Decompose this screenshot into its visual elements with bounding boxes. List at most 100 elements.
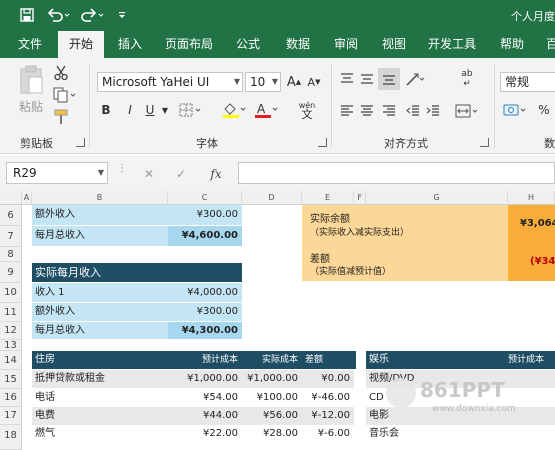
format-painter-icon[interactable] [52,108,70,126]
drag-handle-icon[interactable]: ⋮ [117,164,127,181]
row-header[interactable]: 7 [0,226,22,247]
name-box[interactable]: R29 ▼ [6,162,108,184]
tab-overflow[interactable]: 百 [542,31,555,58]
insert-function-icon[interactable]: fx [206,165,226,183]
row-header[interactable]: 14 [0,351,22,370]
row-header[interactable]: 10 [0,283,22,303]
estimated-cost[interactable]: ¥22.00 [168,425,242,443]
cost-difference[interactable]: ¥-46.00 [302,389,354,407]
chevron-down-icon[interactable]: ▼ [160,100,170,120]
accounting-format-icon[interactable] [502,100,528,120]
estimated-cost[interactable]: ¥54.00 [168,389,242,407]
cost-difference[interactable]: ¥-12.00 [302,407,354,425]
income-value[interactable]: ¥300.00 [168,205,242,225]
actual-cost[interactable]: ¥100.00 [242,389,302,407]
housing-header[interactable]: 住房 [32,351,168,369]
phonetic-guide-icon[interactable]: wén 文 [292,98,322,122]
difference-header[interactable]: 差额 [302,351,354,369]
paste-icon[interactable] [14,64,48,96]
align-left-icon[interactable] [338,102,356,120]
row-header[interactable]: 15 [0,370,22,389]
font-color-icon[interactable]: A [252,100,280,120]
paste-label[interactable]: 粘贴 [12,98,50,114]
cost-difference[interactable]: ¥0.00 [302,370,354,388]
increase-indent-icon[interactable] [424,102,442,120]
row-header[interactable]: 9 [0,262,22,283]
total-income-value[interactable]: ¥4,600.00 [168,226,242,246]
income-label[interactable]: 额外收入 [32,303,168,321]
column-header[interactable]: G [366,191,508,205]
orientation-icon[interactable] [404,70,426,88]
row-header[interactable]: 12 [0,322,22,340]
income-value[interactable]: ¥4,000.00 [168,283,242,302]
align-top-icon[interactable] [338,70,356,88]
clipboard-launcher-icon[interactable] [76,138,85,147]
decrease-indent-icon[interactable] [404,102,422,120]
copy-icon[interactable] [52,86,78,104]
wrap-text-icon[interactable]: ab ↵ [456,68,478,90]
borders-icon[interactable] [178,100,204,120]
housing-item[interactable]: 抵押贷款或租金 [32,370,168,388]
total-income-label[interactable]: 每月总收入 [32,226,168,246]
section-header[interactable]: 实际每月收入 [32,263,242,282]
tab-file[interactable]: 文件 [8,31,52,58]
income-label[interactable]: 额外收入 [32,205,168,225]
cut-icon[interactable] [52,64,70,82]
actual-cost-header[interactable]: 实际成本 [242,351,302,369]
font-name-select[interactable]: Microsoft YaHei UI ▼ [97,72,243,92]
actual-cost[interactable]: ¥28.00 [242,425,302,443]
housing-item[interactable]: 燃气 [32,425,168,443]
tab-insert[interactable]: 插入 [110,31,150,58]
percent-style-button[interactable]: % [536,100,552,120]
difference-value[interactable]: (¥341. [508,243,555,281]
column-header[interactable]: A [22,191,32,205]
tab-formulas[interactable]: 公式 [228,31,268,58]
estimated-cost-header[interactable]: 预计成本 [168,351,242,369]
income-value[interactable]: ¥300.00 [168,303,242,321]
merge-center-icon[interactable] [454,102,480,120]
total-income-value[interactable]: ¥4,300.00 [168,322,242,339]
alignment-launcher-icon[interactable] [480,138,489,147]
total-income-label[interactable]: 每月总收入 [32,322,168,339]
income-label[interactable]: 收入 1 [32,283,168,302]
estimated-cost-header[interactable]: 预计成本 [508,351,555,369]
cost-difference[interactable]: ¥-6.00 [302,425,354,443]
column-header[interactable]: C [168,191,242,205]
entertainment-header[interactable]: 娱乐 [366,351,466,369]
tab-help[interactable]: 帮助 [492,31,532,58]
align-bottom-icon[interactable] [378,68,400,90]
row-header[interactable]: 13 [0,340,22,351]
tab-view[interactable]: 视图 [374,31,414,58]
balance-label[interactable]: 实际余额 [310,210,350,225]
row-header[interactable]: 8 [0,247,22,262]
column-header[interactable]: E [302,191,354,205]
column-header[interactable]: H [508,191,555,205]
entertainment-item[interactable]: 音乐会 [366,425,506,443]
housing-item[interactable]: 电话 [32,389,168,407]
housing-item[interactable]: 电费 [32,407,168,425]
tab-developer[interactable]: 开发工具 [422,31,482,58]
redo-icon[interactable] [80,6,106,24]
formula-input[interactable] [238,162,555,184]
number-format-select[interactable]: 常规 [500,72,555,92]
grow-font-icon[interactable]: A ▲ [286,72,302,92]
select-all-corner[interactable] [0,191,22,205]
column-header[interactable]: D [242,191,302,205]
align-right-icon[interactable] [380,102,398,120]
difference-label[interactable]: 差额 [310,250,330,265]
estimated-cost[interactable]: ¥1,000.00 [168,370,242,388]
italic-button[interactable]: I [122,100,138,120]
row-header[interactable]: 6 [0,205,22,226]
estimated-cost[interactable]: ¥44.00 [168,407,242,425]
row-header[interactable]: 11 [0,303,22,322]
column-header[interactable]: F [354,191,366,205]
shrink-font-icon[interactable]: A ▼ [306,72,322,92]
align-middle-icon[interactable] [358,70,376,88]
save-icon[interactable] [18,6,36,24]
actual-cost[interactable]: ¥56.00 [242,407,302,425]
align-center-icon[interactable] [358,102,376,120]
font-size-select[interactable]: 10 ▼ [245,72,281,92]
underline-button[interactable]: U [142,100,158,120]
row-header[interactable]: 17 [0,407,22,425]
actual-cost[interactable]: ¥1,000.00 [242,370,302,388]
